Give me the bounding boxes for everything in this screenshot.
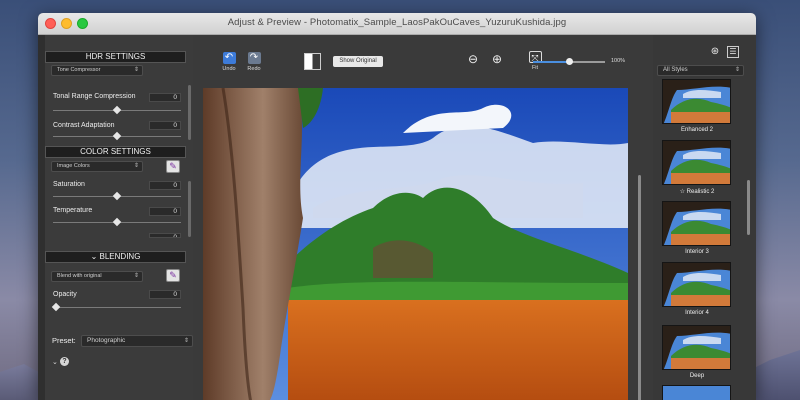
blending-mode-select[interactable]: Blend with original ⇕ (51, 271, 143, 282)
tonal-range-label: Tonal Range Compression (53, 93, 136, 100)
show-original-button[interactable]: Show Original (333, 56, 383, 67)
style-thumbnail-label: Enhanced 2 (657, 127, 737, 133)
undo-button[interactable]: ↶ Undo (220, 52, 238, 72)
fit-label: Fit (531, 65, 539, 71)
updown-caret-icon: ⇕ (183, 338, 189, 344)
star-icon[interactable]: ☆ (680, 189, 687, 195)
style-name: Interior 4 (685, 310, 709, 316)
tonal-range-slider[interactable] (53, 105, 181, 115)
help-icon[interactable]: ? (60, 357, 69, 366)
saturation-slider[interactable] (53, 191, 181, 201)
updown-caret-icon: ⇕ (133, 67, 139, 73)
temperature-value[interactable]: 0 (149, 207, 181, 216)
undo-icon: ↶ (222, 52, 236, 64)
blending-header: ⌄ BLENDING (45, 251, 186, 263)
window-title: Adjust & Preview - Photomatix_Sample_Lao… (227, 17, 567, 28)
hdr-scrollbar[interactable] (188, 85, 191, 140)
styles-filter-select[interactable]: All Styles ⇕ (657, 65, 744, 76)
zoom-in-icon[interactable]: ⊕ (488, 51, 506, 69)
preset-label: Preset: (52, 336, 76, 345)
style-thumbnail[interactable] (662, 325, 731, 370)
style-thumbnail[interactable] (662, 201, 731, 246)
preset-value: Photographic (87, 337, 126, 344)
contrast-adaptation-slider[interactable] (53, 131, 181, 141)
compare-icon[interactable] (304, 53, 321, 70)
color-settings-header: COLOR SETTINGS (45, 146, 186, 158)
opacity-slider[interactable] (51, 302, 181, 312)
color-scrollbar[interactable] (188, 181, 191, 237)
hdr-method-value: Tone Compressor (57, 67, 101, 73)
chevron-down-icon[interactable]: ⌄ (52, 358, 58, 366)
blending-mode-value: Blend with original (57, 273, 102, 279)
zoom-slider-thumb[interactable] (566, 58, 573, 65)
style-thumbnail-label: Interior 4 (657, 310, 737, 316)
updown-caret-icon: ⇕ (734, 67, 740, 73)
style-thumbnail-image (663, 141, 730, 184)
preset-select[interactable]: Photographic ⇕ (81, 335, 193, 347)
partial-slider-value[interactable]: 0 (149, 233, 181, 238)
tonal-range-value[interactable]: 0 (149, 93, 181, 102)
style-thumbnail-image (663, 80, 730, 123)
grid-view-icon[interactable]: ☰ (727, 46, 739, 58)
style-name: Realistic 2 (686, 189, 715, 195)
color-mode-select[interactable]: Image Colors ⇕ (51, 161, 143, 172)
zoom-slider-fill (533, 61, 569, 63)
style-thumbnail[interactable] (662, 262, 731, 307)
style-thumbnail-image (663, 202, 730, 245)
zoom-slider[interactable] (533, 58, 605, 65)
zoom-percent: 100% (611, 58, 626, 64)
redo-icon: ↷ (247, 52, 261, 64)
blending-brush-icon[interactable]: ✎ (166, 269, 180, 282)
styles-panel: ⊛ ☰ All Styles ⇕ Enhanced 2 ☆ Realistic 2… (653, 35, 756, 400)
style-name: Enhanced 2 (680, 127, 714, 133)
tonal-range-thumb[interactable] (112, 105, 122, 115)
temperature-slider[interactable] (53, 217, 181, 227)
style-thumbnail-label: Interior 3 (657, 249, 737, 255)
undo-label: Undo (222, 66, 236, 72)
temperature-thumb[interactable] (112, 217, 122, 227)
updown-caret-icon: ⇕ (133, 273, 139, 279)
preview-scrollbar[interactable] (638, 175, 641, 400)
opacity-thumb[interactable] (51, 302, 61, 312)
updown-caret-icon: ⇕ (133, 163, 139, 169)
redo-label: Redo (247, 66, 261, 72)
preview-image[interactable] (203, 88, 628, 400)
temperature-label: Temperature (53, 207, 93, 214)
color-mode-value: Image Colors (57, 163, 90, 169)
preview-area: ↶ Undo ↷ Redo Show Original ⊖ ⊕ ⤧ Fit 10… (193, 35, 653, 400)
favorites-icon[interactable]: ⊛ (709, 46, 721, 58)
hdr-method-select[interactable]: Tone Compressor ⇕ (51, 65, 143, 76)
style-thumbnail-label: ☆ Realistic 2 (657, 188, 737, 195)
chevron-down-icon: ⌄ (90, 252, 100, 261)
saturation-label: Saturation (53, 181, 85, 188)
saturation-thumb[interactable] (112, 191, 122, 201)
redo-button[interactable]: ↷ Redo (245, 52, 263, 72)
styles-filter-value: All Styles (663, 67, 688, 73)
contrast-adaptation-label: Contrast Adaptation (53, 122, 115, 129)
zoom-out-icon[interactable]: ⊖ (464, 51, 482, 69)
style-thumbnail[interactable] (662, 385, 731, 400)
contrast-adaptation-value[interactable]: 0 (149, 121, 181, 130)
style-thumbnail[interactable] (662, 140, 731, 185)
contrast-adaptation-thumb[interactable] (112, 131, 122, 141)
title-bar: Adjust & Preview - Photomatix_Sample_Lao… (38, 13, 756, 35)
color-brush-icon[interactable]: ✎ (166, 160, 180, 173)
style-name: Interior 3 (685, 249, 709, 255)
style-thumbnail-image (663, 326, 730, 369)
blending-header-label: BLENDING (99, 252, 141, 261)
app-window: Adjust & Preview - Photomatix_Sample_Lao… (38, 13, 756, 400)
styles-scrollbar[interactable] (747, 180, 750, 235)
settings-panel: HDR SETTINGS Tone Compressor ⇕ Tonal Ran… (45, 35, 193, 400)
style-thumbnail[interactable] (662, 79, 731, 124)
style-name: Deep (689, 373, 705, 379)
style-thumbnail-label: Deep (657, 373, 737, 379)
opacity-value[interactable]: 0 (149, 290, 181, 299)
saturation-value[interactable]: 0 (149, 181, 181, 190)
preview-photo (203, 88, 628, 400)
opacity-label: Opacity (53, 291, 77, 298)
hdr-settings-header: HDR SETTINGS (45, 51, 186, 63)
style-thumbnail-image (663, 263, 730, 306)
